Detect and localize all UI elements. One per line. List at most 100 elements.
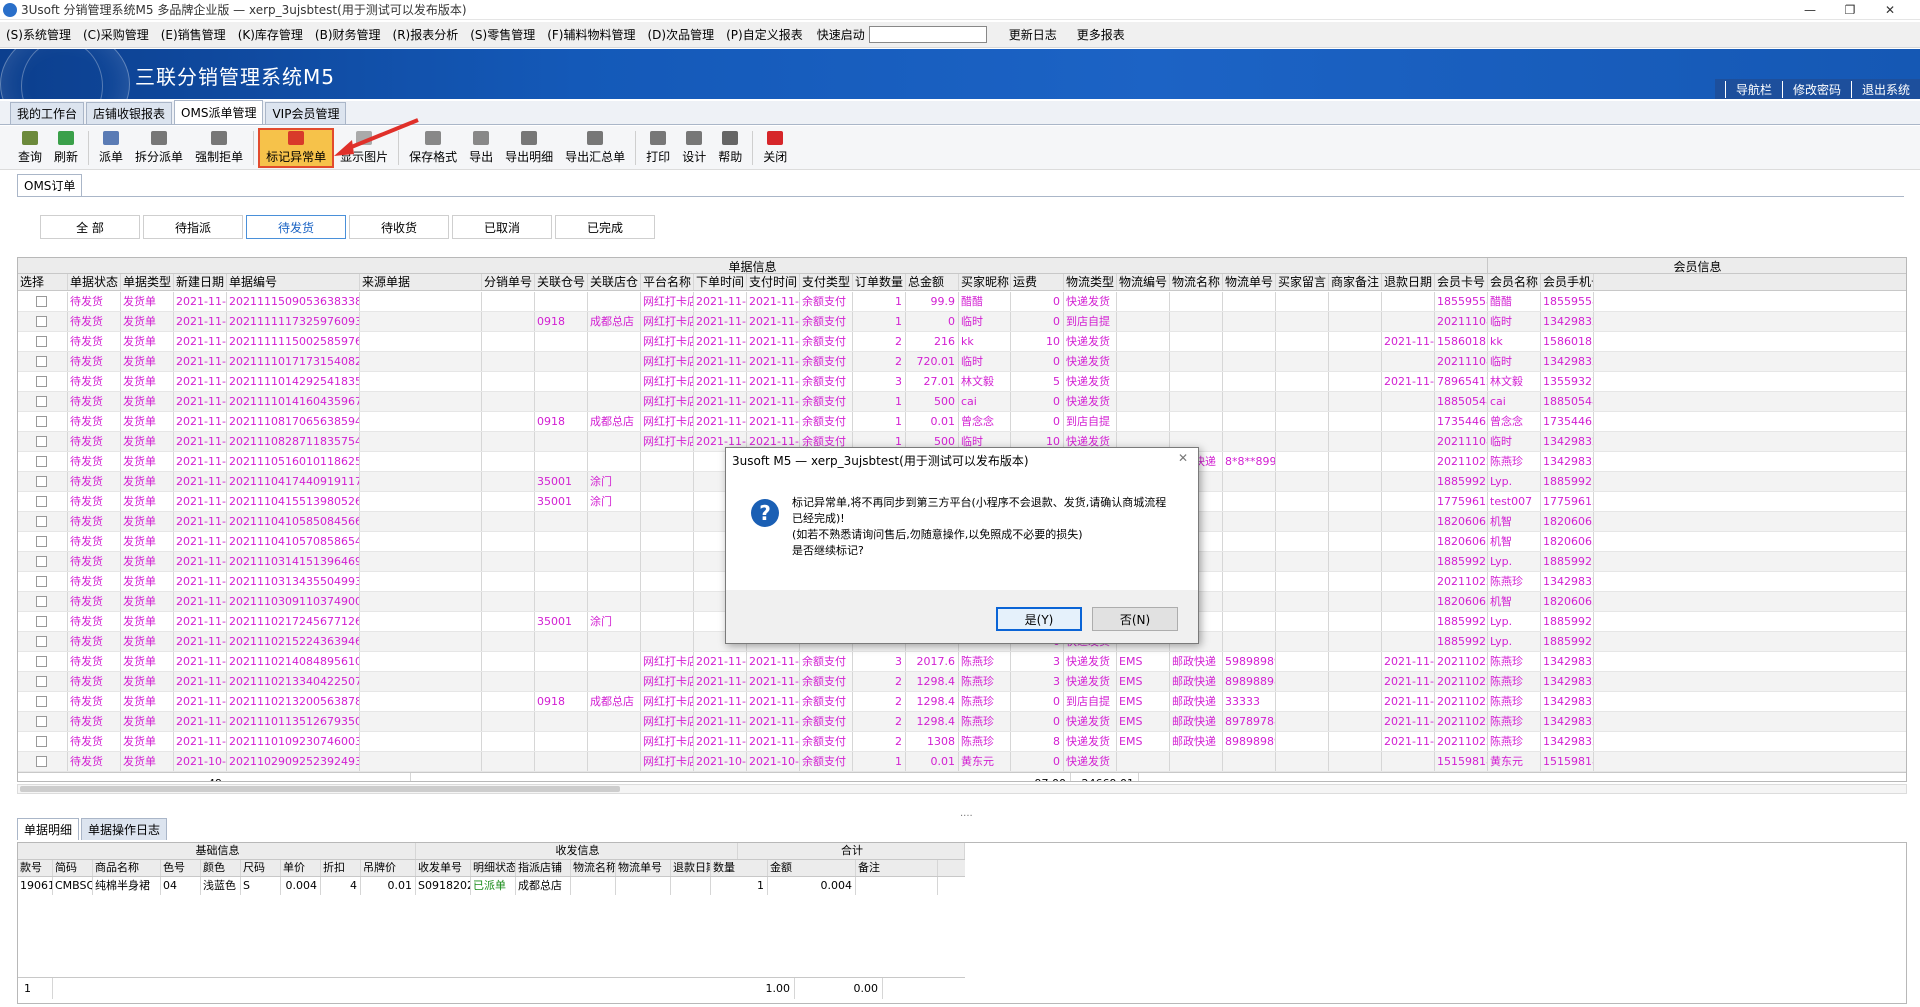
table-row[interactable]: 待发货发货单2021-11-01202111011351267935048317… [18,712,1906,732]
filter-cancelled[interactable]: 已取消 [452,215,552,239]
row-checkbox[interactable] [36,636,47,647]
row-checkbox[interactable] [36,536,47,547]
detail-column-header[interactable]: 数量 [711,860,768,876]
table-row[interactable]: 待发货发货单2021-11-11202111111500258597699761… [18,332,1906,352]
column-header[interactable]: 退款日期 [1382,274,1435,290]
row-checkbox[interactable] [36,296,47,307]
toolbar-button-mark-exception[interactable]: 标记异常单 [258,127,335,168]
tab-store-cash-report[interactable]: 店铺收银报表 [86,102,173,124]
row-checkbox[interactable] [36,496,47,507]
menu-item-0[interactable]: (S)系统管理 [0,26,77,43]
detail-column-header[interactable]: 吊牌价 [361,860,416,876]
row-checkbox[interactable] [36,516,47,527]
row-checkbox[interactable] [36,556,47,567]
column-header[interactable]: 平台名称 [641,274,694,290]
column-header[interactable]: 买家留言 [1276,274,1329,290]
detail-column-header[interactable]: 颜色 [201,860,241,876]
column-header[interactable]: 单据状态 [68,274,121,290]
detail-column-header[interactable]: 指派店铺 [516,860,571,876]
menu-item-7[interactable]: (F)辅料物料管理 [541,26,641,43]
menu-item-5[interactable]: (R)报表分析 [387,26,465,43]
menu-item-3[interactable]: (K)库存管理 [232,26,309,43]
row-checkbox[interactable] [36,716,47,727]
row-checkbox[interactable] [36,476,47,487]
row-checkbox[interactable] [36,756,47,767]
menu-item-1[interactable]: (C)采购管理 [77,26,155,43]
table-row[interactable]: 待发货发货单2021-11-02202111021408489561027661… [18,652,1906,672]
row-checkbox[interactable] [36,576,47,587]
menu-item-4[interactable]: (B)财务管理 [309,26,387,43]
column-header[interactable]: 会员手机号 [1541,274,1594,290]
row-checkbox[interactable] [36,376,47,387]
column-header[interactable]: 订单数量 [853,274,906,290]
table-row[interactable]: 待发货发货单2021-11-15202111150905363833885765… [18,292,1906,312]
row-checkbox[interactable] [36,436,47,447]
table-row[interactable]: 待发货发货单2021-11-10202111101717315408210436… [18,352,1906,372]
detail-column-header[interactable]: 收发单号 [416,860,471,876]
column-header[interactable]: 总金额 [906,274,959,290]
column-header[interactable]: 关联仓号 [535,274,588,290]
filter-completed[interactable]: 已完成 [555,215,655,239]
exit-system-link[interactable]: 退出系统 [1850,80,1920,98]
toolbar-button-query[interactable]: 查询 [12,128,48,168]
detail-column-header[interactable]: 明细状态 [471,860,516,876]
menu-item-8[interactable]: (D)次品管理 [642,26,721,43]
tab-order-detail[interactable]: 单据明细 [17,818,80,840]
row-checkbox[interactable] [36,676,47,687]
column-header[interactable]: 下单时间 [694,274,747,290]
change-password-link[interactable]: 修改密码 [1781,80,1851,98]
row-checkbox[interactable] [36,696,47,707]
row-checkbox[interactable] [36,616,47,627]
table-row[interactable]: 待发货发货单2021-11-10202111101429254183524569… [18,372,1906,392]
yes-button[interactable]: 是(Y) [996,607,1082,631]
row-checkbox[interactable] [36,596,47,607]
table-row[interactable]: 待发货发货单2021-11-10202111101416043596743579… [18,392,1906,412]
update-log-link[interactable]: 更新日志 [1003,26,1063,43]
detail-column-header[interactable]: 退款日期 [671,860,711,876]
toolbar-button-split-dispatch[interactable]: 拆分派单 [129,128,189,168]
tab-oms-orders[interactable]: OMS订单 [17,174,83,196]
toolbar-button-export-detail[interactable]: 导出明细 [499,128,559,168]
toolbar-button-force-reject[interactable]: 强制拒单 [189,128,249,168]
column-header[interactable]: 关联店仓 [588,274,641,290]
detail-column-header[interactable]: 物流单号 [616,860,671,876]
column-header[interactable]: 选择 [18,274,68,290]
column-header[interactable]: 物流类型 [1064,274,1117,290]
table-row[interactable]: 待发货发货单2021-11-08202111081706563859403817… [18,412,1906,432]
tab-workbench[interactable]: 我的工作台 [10,102,85,124]
no-button[interactable]: 否(N) [1092,607,1178,631]
table-row[interactable]: 待发货发货单2021-11-11202111111732597609385281… [18,312,1906,332]
grid-horizontal-scrollbar[interactable] [17,784,1907,794]
filter-all[interactable]: 全 部 [40,215,140,239]
detail-column-header[interactable]: 商品名称 [93,860,161,876]
detail-column-header[interactable]: 金额 [768,860,856,876]
row-checkbox[interactable] [36,316,47,327]
close-window-button[interactable]: ✕ [1870,0,1910,20]
toolbar-button-export[interactable]: 导出 [463,128,499,168]
row-checkbox[interactable] [36,456,47,467]
column-header[interactable]: 商家备注 [1329,274,1382,290]
column-header[interactable]: 物流名称 [1170,274,1223,290]
detail-column-header[interactable]: 简码 [53,860,93,876]
menu-item-6[interactable]: (S)零售管理 [464,26,541,43]
toolbar-button-help[interactable]: 帮助 [712,128,748,168]
tab-operation-log[interactable]: 单据操作日志 [81,818,168,840]
column-header[interactable]: 新建日期 [174,274,227,290]
minimize-button[interactable]: — [1790,0,1830,20]
detail-column-header[interactable]: 单价 [281,860,321,876]
toolbar-button-dispatch[interactable]: 派单 [93,128,129,168]
toolbar-button-refresh[interactable]: 刷新 [48,128,84,168]
table-row[interactable]: 待发货发货单2021-11-02202111021320056387859855… [18,692,1906,712]
filter-pending-assign[interactable]: 待指派 [143,215,243,239]
row-checkbox[interactable] [36,356,47,367]
detail-column-header[interactable]: 尺码 [241,860,281,876]
filter-pending-ship[interactable]: 待发货 [246,215,346,239]
column-header[interactable]: 分销单号 [482,274,535,290]
detail-column-header[interactable]: 色号 [161,860,201,876]
dialog-close-icon[interactable]: ✕ [1178,451,1188,465]
menu-item-9[interactable]: (P)自定义报表 [720,26,809,43]
detail-column-header[interactable]: 款号 [18,860,53,876]
quick-launch-input[interactable] [868,26,987,43]
detail-column-header[interactable]: 备注 [856,860,938,876]
column-header[interactable]: 支付时间 [747,274,800,290]
